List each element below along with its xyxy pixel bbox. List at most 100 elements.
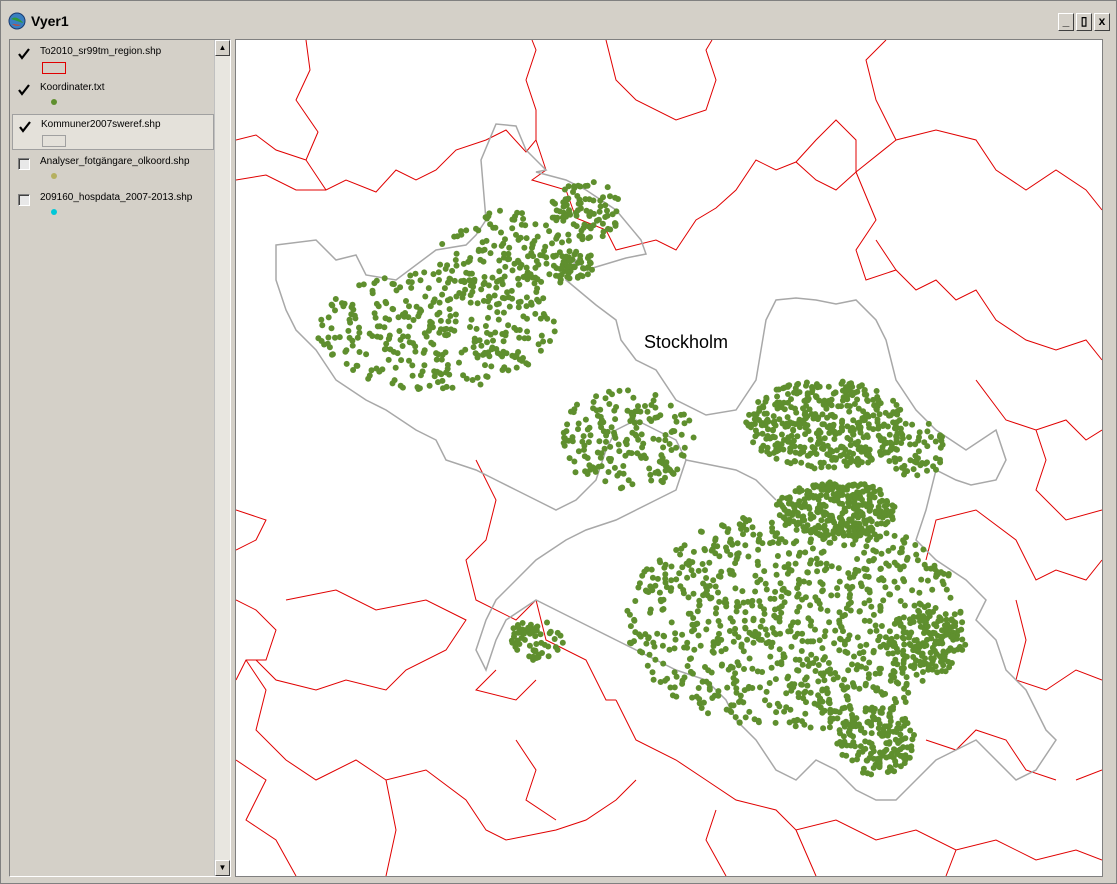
checkbox-checked-icon[interactable]	[19, 121, 31, 133]
layer-item-region[interactable]: To2010_sr99tm_region.shp	[12, 42, 214, 76]
point-marker	[865, 459, 872, 466]
point-marker	[752, 588, 759, 595]
title-bar[interactable]: Vyer1 _ ▯ x	[3, 7, 1114, 35]
point-marker	[882, 584, 889, 591]
layer-item-hospdata[interactable]: 209160_hospdata_2007-2013.shp	[12, 188, 214, 222]
point-marker	[819, 411, 826, 418]
point-marker	[911, 661, 918, 668]
point-marker	[638, 431, 645, 438]
point-marker	[515, 275, 522, 282]
minimize-button[interactable]: _	[1058, 13, 1074, 31]
point-marker	[500, 338, 507, 345]
point-marker	[719, 661, 725, 668]
maximize-button[interactable]: ▯	[1076, 13, 1092, 31]
point-marker	[638, 454, 645, 461]
checkbox-checked-icon[interactable]	[18, 48, 30, 60]
point-marker	[943, 616, 950, 623]
point-marker	[890, 668, 897, 674]
point-marker	[773, 386, 780, 393]
point-marker	[949, 633, 956, 640]
point-marker	[847, 706, 854, 712]
scroll-down-arrow-icon[interactable]: ▼	[215, 860, 230, 876]
point-marker	[677, 551, 684, 558]
layer-item-kommuner[interactable]: Kommuner2007sweref.shp	[12, 114, 214, 150]
point-marker	[842, 612, 848, 618]
point-marker	[820, 446, 827, 452]
point-marker	[855, 567, 862, 574]
point-marker	[867, 506, 873, 513]
point-marker	[549, 214, 556, 221]
point-marker	[518, 261, 525, 268]
point-marker	[504, 289, 511, 296]
point-marker	[680, 590, 687, 597]
point-marker	[909, 587, 916, 594]
point-marker	[559, 239, 565, 246]
layer-item-analyser[interactable]: Analyser_fotgängare_olkoord.shp	[12, 152, 214, 186]
point-marker	[769, 625, 776, 632]
point-marker	[511, 324, 518, 331]
point-marker	[648, 477, 655, 484]
point-marker	[858, 459, 865, 466]
point-marker	[826, 724, 833, 731]
map-view[interactable]: Stockholm	[235, 39, 1103, 877]
point-marker	[892, 758, 899, 765]
point-marker	[768, 519, 775, 526]
checkbox-checked-icon[interactable]	[18, 84, 30, 96]
point-marker	[696, 602, 703, 609]
point-marker	[806, 579, 813, 586]
point-marker	[755, 717, 762, 724]
point-marker	[860, 408, 867, 415]
close-button[interactable]: x	[1094, 13, 1110, 31]
checkbox-unchecked-icon[interactable]	[18, 158, 30, 170]
point-marker	[815, 522, 822, 529]
point-marker	[804, 569, 811, 576]
point-marker	[684, 639, 691, 646]
point-marker	[778, 593, 785, 600]
point-marker	[700, 592, 707, 599]
layer-name: To2010_sr99tm_region.shp	[40, 46, 162, 57]
point-marker	[531, 648, 538, 655]
point-marker	[935, 618, 942, 625]
point-marker	[699, 561, 706, 567]
point-marker	[643, 640, 650, 647]
point-marker	[690, 434, 697, 441]
point-marker	[787, 448, 794, 455]
point-marker	[764, 631, 771, 638]
point-marker	[697, 528, 704, 535]
point-marker	[808, 651, 815, 658]
point-marker	[886, 431, 893, 438]
point-marker	[587, 252, 594, 259]
point-marker	[825, 660, 832, 666]
point-marker	[349, 342, 356, 349]
point-marker	[820, 398, 827, 405]
point-marker	[428, 339, 435, 346]
layer-item-koordinater[interactable]: Koordinater.txt	[12, 78, 214, 112]
point-marker	[500, 309, 507, 316]
point-marker	[900, 744, 907, 751]
point-marker	[505, 322, 512, 329]
point-marker	[785, 391, 791, 397]
point-marker	[658, 598, 665, 605]
point-marker	[662, 437, 669, 444]
point-marker	[563, 428, 570, 435]
point-marker	[565, 237, 572, 244]
point-marker	[861, 481, 868, 488]
point-marker	[716, 553, 723, 560]
point-marker	[873, 388, 880, 394]
legend-scrollbar[interactable]: ▲ ▼	[214, 40, 230, 876]
point-marker	[752, 427, 759, 434]
point-marker	[740, 599, 747, 606]
point-marker	[774, 440, 781, 447]
point-marker	[746, 708, 753, 715]
point-marker	[773, 709, 780, 716]
point-marker	[865, 451, 872, 458]
map-canvas[interactable]: Stockholm	[236, 40, 1102, 876]
point-marker	[745, 422, 752, 429]
scroll-up-arrow-icon[interactable]: ▲	[215, 40, 230, 56]
point-marker	[796, 604, 803, 610]
checkbox-unchecked-icon[interactable]	[18, 194, 30, 206]
point-marker	[505, 367, 512, 374]
point-marker	[449, 267, 456, 274]
point-marker	[609, 391, 615, 398]
point-marker	[794, 619, 801, 626]
